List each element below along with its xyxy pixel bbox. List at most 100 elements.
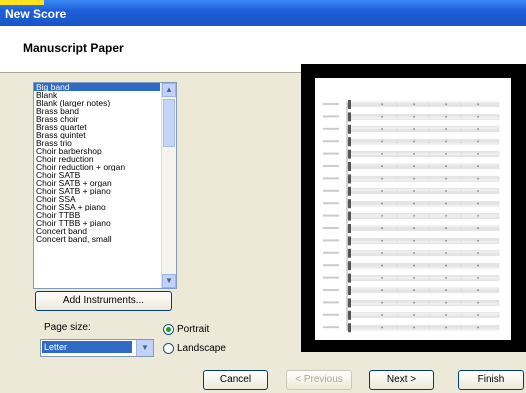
radio-selected-dot [166, 327, 171, 332]
rest-mark [477, 264, 479, 267]
page-size-value: Letter [42, 341, 132, 353]
list-item[interactable]: Brass quintet [34, 131, 160, 139]
next-button[interactable]: Next > [369, 370, 434, 390]
list-item[interactable]: Big band [34, 83, 160, 91]
list-item[interactable]: Brass choir [34, 115, 160, 123]
rest-mark [381, 239, 383, 242]
clef-mark [348, 273, 351, 283]
rest-mark [445, 128, 447, 130]
finish-button[interactable]: Finish [458, 370, 524, 390]
window-title: New Score [5, 7, 67, 21]
list-item[interactable]: Brass band [34, 107, 160, 115]
instrument-name-mark [323, 264, 339, 267]
list-item[interactable]: Concert band, small [34, 235, 160, 243]
list-item[interactable]: Brass trio [34, 139, 160, 147]
rest-mark [381, 301, 383, 304]
rest-mark [381, 128, 383, 130]
list-scrollbar[interactable]: ▲ ▼ [161, 83, 176, 288]
instrument-name-mark [323, 301, 339, 304]
manuscript-list[interactable]: Big band Blank Blank (larger notes) Brass b… [33, 82, 177, 289]
rest-mark [445, 289, 447, 291]
title-bar: New Score [0, 0, 526, 26]
list-item[interactable]: Blank (larger notes) [34, 99, 160, 107]
instrument-name-mark [323, 326, 339, 329]
scroll-thumb[interactable] [163, 99, 175, 147]
rest-mark [445, 239, 447, 242]
chevron-down-icon[interactable]: ▼ [136, 340, 153, 356]
clef-mark [348, 149, 351, 159]
rest-mark [477, 165, 479, 167]
clef-mark [348, 323, 351, 333]
rest-mark [381, 202, 383, 205]
rest-mark [381, 103, 383, 105]
rest-mark [413, 301, 415, 304]
list-item[interactable]: Choir TTBB [34, 211, 160, 219]
rest-mark [413, 252, 415, 254]
manuscript-preview-image [315, 78, 511, 340]
landscape-radio[interactable] [163, 343, 174, 354]
rest-mark [477, 227, 479, 229]
clef-mark [348, 211, 351, 221]
clef-mark [348, 124, 351, 134]
rest-mark [381, 153, 383, 155]
rest-mark [477, 301, 479, 304]
list-item[interactable]: Choir SATB [34, 171, 160, 179]
list-item[interactable]: Concert band [34, 227, 160, 235]
list-item[interactable]: Choir SATB + organ [34, 179, 160, 187]
cancel-button[interactable]: Cancel [203, 370, 268, 390]
rest-mark [381, 252, 383, 254]
list-item[interactable]: Choir reduction [34, 155, 160, 163]
rest-mark [445, 215, 447, 217]
instrument-name-mark [323, 127, 339, 130]
rest-mark [445, 314, 447, 316]
rest-mark [477, 289, 479, 291]
instrument-name-mark [323, 214, 339, 217]
rest-mark [381, 177, 383, 180]
list-item[interactable]: Choir SSA [34, 195, 160, 203]
list-item[interactable]: Brass quartet [34, 123, 160, 131]
list-item[interactable]: Choir barbershop [34, 147, 160, 155]
scroll-up-icon[interactable]: ▲ [162, 83, 176, 97]
add-instruments-button[interactable]: Add Instruments... [35, 291, 172, 311]
rest-mark [477, 177, 479, 180]
rest-mark [445, 202, 447, 205]
instrument-name-mark [323, 165, 339, 167]
clef-mark [348, 286, 351, 295]
rest-mark [445, 190, 447, 192]
rest-mark [381, 215, 383, 217]
rest-mark [445, 115, 447, 118]
rest-mark [381, 277, 383, 279]
instrument-name-mark [323, 239, 339, 242]
list-item[interactable]: Choir TTBB + piano [34, 219, 160, 227]
rest-mark [413, 277, 415, 279]
instrument-name-mark [323, 227, 339, 229]
list-item[interactable]: Choir SATB + piano [34, 187, 160, 195]
rest-mark [413, 289, 415, 291]
instrument-name-mark [323, 202, 339, 205]
rest-mark [477, 277, 479, 279]
rest-mark [477, 140, 479, 143]
rest-mark [445, 301, 447, 304]
rest-mark [477, 103, 479, 105]
clef-mark [348, 298, 351, 308]
rest-mark [381, 227, 383, 229]
rest-mark [413, 115, 415, 118]
manuscript-list-items: Big band Blank Blank (larger notes) Brass b… [34, 83, 160, 243]
portrait-radio[interactable] [163, 324, 174, 335]
rest-mark [413, 140, 415, 143]
clef-mark [348, 224, 351, 233]
scroll-down-icon[interactable]: ▼ [162, 274, 176, 288]
rest-mark [477, 153, 479, 155]
instrument-name-mark [323, 103, 339, 105]
list-item[interactable]: Choir reduction + organ [34, 163, 160, 171]
rest-mark [477, 239, 479, 242]
page-size-select[interactable]: Letter ▼ [40, 339, 154, 357]
page-size-label: Page size: [44, 322, 91, 333]
rest-mark [413, 314, 415, 316]
list-item[interactable]: Choir SSA + piano [34, 203, 160, 211]
rest-mark [413, 128, 415, 130]
rest-mark [381, 326, 383, 329]
rest-mark [445, 165, 447, 167]
rest-mark [445, 252, 447, 254]
list-item[interactable]: Blank [34, 91, 160, 99]
